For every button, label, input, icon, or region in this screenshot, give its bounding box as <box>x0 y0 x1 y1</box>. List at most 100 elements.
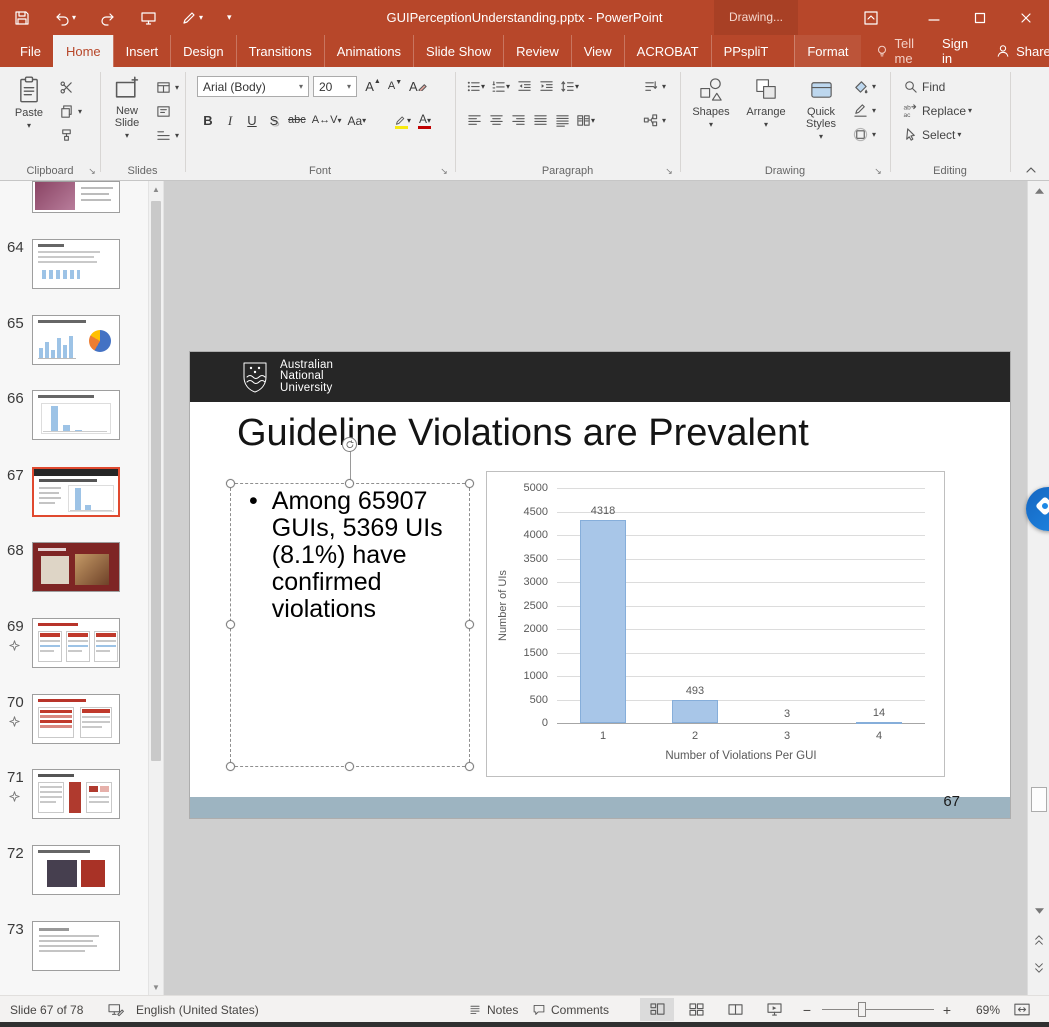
close-button[interactable] <box>1003 0 1049 35</box>
comments-button[interactable]: Comments <box>532 996 609 1023</box>
thumbnail-image[interactable] <box>32 239 120 289</box>
columns-button[interactable]: ▾ <box>574 110 597 131</box>
character-spacing-button[interactable]: A↔V▾ <box>310 110 344 131</box>
italic-button[interactable]: I <box>220 110 240 131</box>
find-button[interactable]: Find <box>900 76 945 97</box>
thumbnail-image[interactable] <box>32 467 120 517</box>
thumbnail-image[interactable] <box>32 181 120 213</box>
slide-thumbnail-68[interactable]: 68 <box>0 542 148 594</box>
collapse-ribbon-button[interactable] <box>1025 166 1037 174</box>
rotation-handle[interactable] <box>342 437 357 452</box>
clipboard-dialog-launcher-icon[interactable]: ↘ <box>86 165 98 177</box>
underline-button[interactable]: U <box>242 110 262 131</box>
decrease-indent-button[interactable] <box>514 76 534 97</box>
scroll-down-icon[interactable] <box>1030 903 1048 919</box>
align-right-button[interactable] <box>508 110 528 131</box>
tab-animations[interactable]: Animations <box>324 35 413 67</box>
slide-thumbnail-64[interactable]: 64 <box>0 239 148 291</box>
previous-slide-button[interactable] <box>1030 929 1048 951</box>
increase-indent-button[interactable] <box>536 76 556 97</box>
tab-review[interactable]: Review <box>503 35 571 67</box>
scrollbar-thumb[interactable] <box>151 201 161 761</box>
align-left-button[interactable] <box>464 110 484 131</box>
select-button[interactable]: Select▾ <box>900 124 961 145</box>
section-button[interactable]: ▾ <box>153 125 179 146</box>
font-dialog-launcher-icon[interactable]: ↘ <box>438 165 450 177</box>
paragraph-dialog-launcher-icon[interactable]: ↘ <box>663 165 675 177</box>
drawing-dialog-launcher-icon[interactable]: ↘ <box>872 165 884 177</box>
slide-thumbnail-71[interactable]: 71 <box>0 769 148 821</box>
slide-thumbnail-67[interactable]: 67 <box>0 467 148 519</box>
bullets-button[interactable]: ▾ <box>464 76 487 97</box>
tell-me-button[interactable]: Tell me <box>861 35 929 67</box>
fit-slide-to-window-button[interactable] <box>1014 996 1030 1023</box>
bullet-text[interactable]: Among 65907 GUIs, 5369 UIs (8.1%) have c… <box>272 488 472 623</box>
selected-text-box[interactable]: • Among 65907 GUIs, 5369 UIs (8.1%) have… <box>230 483 470 767</box>
copy-button[interactable]: ▾ <box>56 101 82 122</box>
convert-to-smartart-button[interactable]: ▾ <box>640 110 666 131</box>
thumbnail-image[interactable] <box>32 845 120 895</box>
cut-button[interactable] <box>56 77 76 98</box>
slide-thumbnail-69[interactable]: 69 <box>0 618 148 670</box>
notes-button[interactable]: Notes <box>468 996 518 1023</box>
tab-design[interactable]: Design <box>170 35 235 67</box>
thumbnail-image[interactable] <box>32 921 120 971</box>
resize-handle-w[interactable] <box>226 620 235 629</box>
slide-thumbnail-66[interactable]: 66 <box>0 390 148 442</box>
quick-styles-button[interactable]: Quick Styles▾ <box>796 72 846 141</box>
slide-thumbnail-65[interactable]: 65 <box>0 315 148 367</box>
arrange-button[interactable]: Arrange▾ <box>740 72 792 129</box>
shape-fill-button[interactable]: ▾ <box>850 76 876 97</box>
next-slide-button[interactable] <box>1030 957 1048 979</box>
thumbnail-image[interactable] <box>32 694 120 744</box>
scroll-up-icon[interactable]: ▲ <box>149 181 163 197</box>
start-slideshow-icon[interactable] <box>140 10 157 26</box>
tab-insert[interactable]: Insert <box>113 35 171 67</box>
thumbnail-image[interactable] <box>32 618 120 668</box>
share-button[interactable]: Share <box>982 35 1049 67</box>
resize-handle-nw[interactable] <box>226 479 235 488</box>
thumbnail-image[interactable] <box>32 542 120 592</box>
text-direction-button[interactable]: ▾ <box>640 76 666 97</box>
language-indicator[interactable]: English (United States) <box>136 996 259 1023</box>
align-center-button[interactable] <box>486 110 506 131</box>
resize-handle-se[interactable] <box>465 762 474 771</box>
highlight-color-button[interactable]: ▾ <box>392 110 413 131</box>
new-slide-button[interactable]: New Slide ▾ <box>103 72 151 140</box>
clear-formatting-button[interactable]: A <box>407 76 429 97</box>
tab-slide-show[interactable]: Slide Show <box>413 35 503 67</box>
font-name-select[interactable]: Arial (Body)▾ <box>197 76 309 97</box>
reset-slide-button[interactable] <box>153 101 173 122</box>
slide-indicator[interactable]: Slide 67 of 78 <box>10 996 83 1023</box>
tab-transitions[interactable]: Transitions <box>236 35 324 67</box>
distribute-text-button[interactable] <box>552 110 572 131</box>
text-shadow-button[interactable]: S <box>264 110 284 131</box>
strikethrough-button[interactable]: abc <box>286 110 308 131</box>
change-case-button[interactable]: Aa▾ <box>345 110 368 131</box>
zoom-in-button[interactable]: + <box>940 996 954 1023</box>
pen-input-icon[interactable]: ▾ <box>181 10 203 26</box>
scroll-down-icon[interactable]: ▼ <box>149 979 163 995</box>
replace-button[interactable]: abac Replace▾ <box>900 100 972 121</box>
bar-chart[interactable]: 0500100015002000250030003500400045005000… <box>486 471 945 777</box>
main-scrollbar[interactable] <box>1027 181 1049 995</box>
resize-handle-s[interactable] <box>345 762 354 771</box>
maximize-button[interactable] <box>957 0 1003 35</box>
scroll-up-icon[interactable] <box>1030 183 1048 199</box>
customize-qat-icon[interactable]: ▾ <box>227 13 232 22</box>
slide-sorter-view-button[interactable] <box>679 998 713 1021</box>
redo-icon[interactable] <box>100 10 116 26</box>
normal-view-button[interactable] <box>640 998 674 1021</box>
display-settings-icon[interactable] <box>108 996 124 1023</box>
undo-icon[interactable]: ▾ <box>54 10 76 26</box>
reading-view-button[interactable] <box>718 998 752 1021</box>
tab-acrobat[interactable]: ACROBAT <box>624 35 711 67</box>
tab-ppsplit[interactable]: PPspliT <box>711 35 781 67</box>
slide-canvas[interactable]: Australian National University Guideline… <box>190 352 1010 818</box>
scrollbar-thumb[interactable] <box>1031 787 1047 812</box>
zoom-slider-thumb[interactable] <box>858 1002 866 1017</box>
thumbnail-image[interactable] <box>32 769 120 819</box>
zoom-level[interactable]: 69% <box>966 996 1000 1023</box>
save-icon[interactable] <box>14 10 30 26</box>
resize-handle-sw[interactable] <box>226 762 235 771</box>
